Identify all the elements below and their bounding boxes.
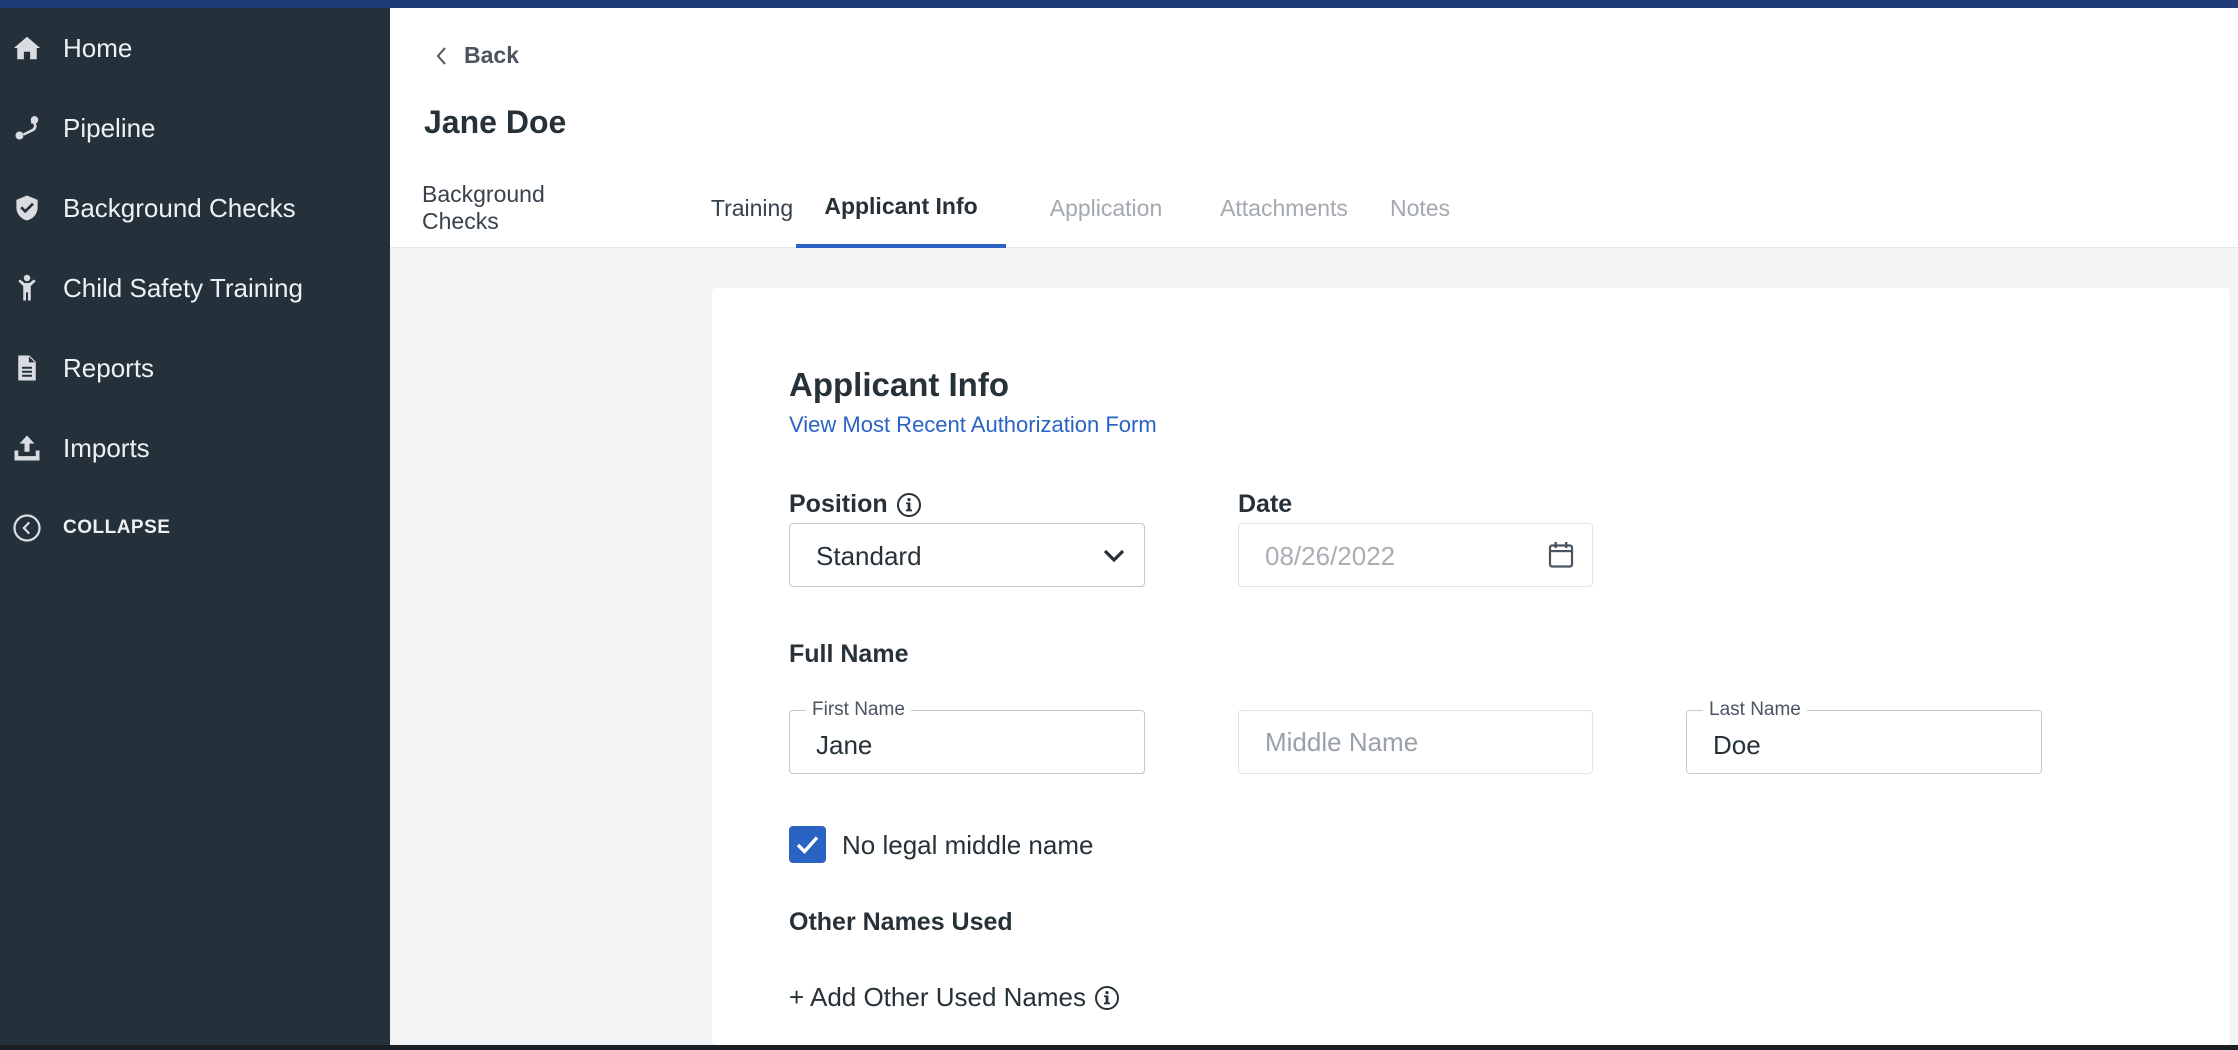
- position-select[interactable]: Standard: [789, 523, 1145, 587]
- middle-name-field[interactable]: Middle Name: [1238, 710, 1593, 774]
- tab-background-checks[interactable]: Background Checks: [422, 168, 624, 248]
- first-name-value: Jane: [816, 730, 873, 760]
- info-icon[interactable]: [896, 492, 922, 518]
- tab-applicant-info[interactable]: Applicant Info: [796, 168, 1006, 248]
- chevron-left-circle-icon: [10, 511, 44, 545]
- last-name-label: Last Name: [1703, 699, 1807, 721]
- sidebar-item-label: Background Checks: [63, 192, 296, 223]
- chevron-left-icon: [436, 46, 446, 65]
- sidebar-item-home[interactable]: Home: [0, 8, 390, 88]
- last-name-value: Doe: [1713, 730, 1761, 760]
- checkmark-icon: [796, 836, 819, 854]
- date-field[interactable]: 08/26/2022: [1238, 523, 1593, 587]
- page-title: Jane Doe: [424, 104, 567, 140]
- middle-name-placeholder: Middle Name: [1265, 727, 1419, 757]
- sidebar-collapse-button[interactable]: COLLAPSE: [0, 488, 390, 568]
- bottom-edge: [0, 1045, 2238, 1050]
- page-header: Back Jane Doe Background Checks Training…: [390, 8, 2238, 248]
- other-names-label-text: Other Names Used: [789, 908, 1013, 936]
- sidebar-item-label: Reports: [63, 352, 155, 383]
- no-middle-name-checkbox[interactable]: [789, 826, 826, 863]
- sidebar-item-pipeline[interactable]: Pipeline: [0, 88, 390, 168]
- collapse-label: COLLAPSE: [63, 517, 171, 538]
- top-accent-bar: [0, 0, 2238, 8]
- add-other-names-label: + Add Other Used Names: [789, 982, 1086, 1012]
- first-name-field[interactable]: First Name Jane: [789, 699, 1145, 774]
- sidebar-item-label: Child Safety Training: [63, 272, 303, 303]
- document-icon: [10, 351, 44, 385]
- back-button[interactable]: Back: [434, 42, 519, 69]
- other-names-label: Other Names Used: [789, 908, 1013, 937]
- applicant-info-card: Applicant Info View Most Recent Authoriz…: [712, 288, 2230, 1045]
- tab-application: Application: [1049, 194, 1163, 221]
- tab-notes: Notes: [1389, 194, 1451, 221]
- position-value: Standard: [816, 541, 922, 571]
- sidebar: Home Pipeline Background Checks Child Sa…: [0, 8, 390, 1045]
- last-name-field[interactable]: Last Name Doe: [1686, 699, 2042, 774]
- home-icon: [10, 31, 44, 65]
- tab-attachments: Attachments: [1220, 194, 1348, 221]
- sidebar-item-child-safety-training[interactable]: Child Safety Training: [0, 248, 390, 328]
- sidebar-item-reports[interactable]: Reports: [0, 328, 390, 408]
- upload-icon: [10, 431, 44, 465]
- shield-check-icon: [10, 191, 44, 225]
- date-value: 08/26/2022: [1265, 541, 1396, 571]
- no-middle-name-label[interactable]: No legal middle name: [842, 830, 1093, 861]
- sidebar-item-label: Home: [63, 32, 133, 63]
- sidebar-item-background-checks[interactable]: Background Checks: [0, 168, 390, 248]
- full-name-label-text: Full Name: [789, 640, 909, 668]
- section-title: Applicant Info: [789, 366, 1009, 403]
- pipeline-icon: [10, 111, 44, 145]
- info-icon[interactable]: [1094, 985, 1120, 1011]
- chevron-down-icon: [1103, 549, 1125, 563]
- back-label: Back: [464, 42, 519, 68]
- first-name-label: First Name: [806, 699, 911, 721]
- authorization-form-link[interactable]: View Most Recent Authorization Form: [789, 412, 1157, 438]
- position-label-text: Position: [789, 490, 888, 518]
- child-icon: [10, 271, 44, 305]
- position-label: Position: [789, 490, 922, 519]
- full-name-label: Full Name: [789, 640, 908, 669]
- sidebar-item-imports[interactable]: Imports: [0, 408, 390, 488]
- add-other-names-button[interactable]: + Add Other Used Names: [789, 982, 1120, 1013]
- sidebar-item-label: Imports: [63, 432, 150, 463]
- date-label: Date: [1238, 490, 1292, 519]
- sidebar-item-label: Pipeline: [63, 112, 156, 143]
- calendar-icon[interactable]: [1548, 541, 1574, 569]
- date-label-text: Date: [1238, 490, 1293, 518]
